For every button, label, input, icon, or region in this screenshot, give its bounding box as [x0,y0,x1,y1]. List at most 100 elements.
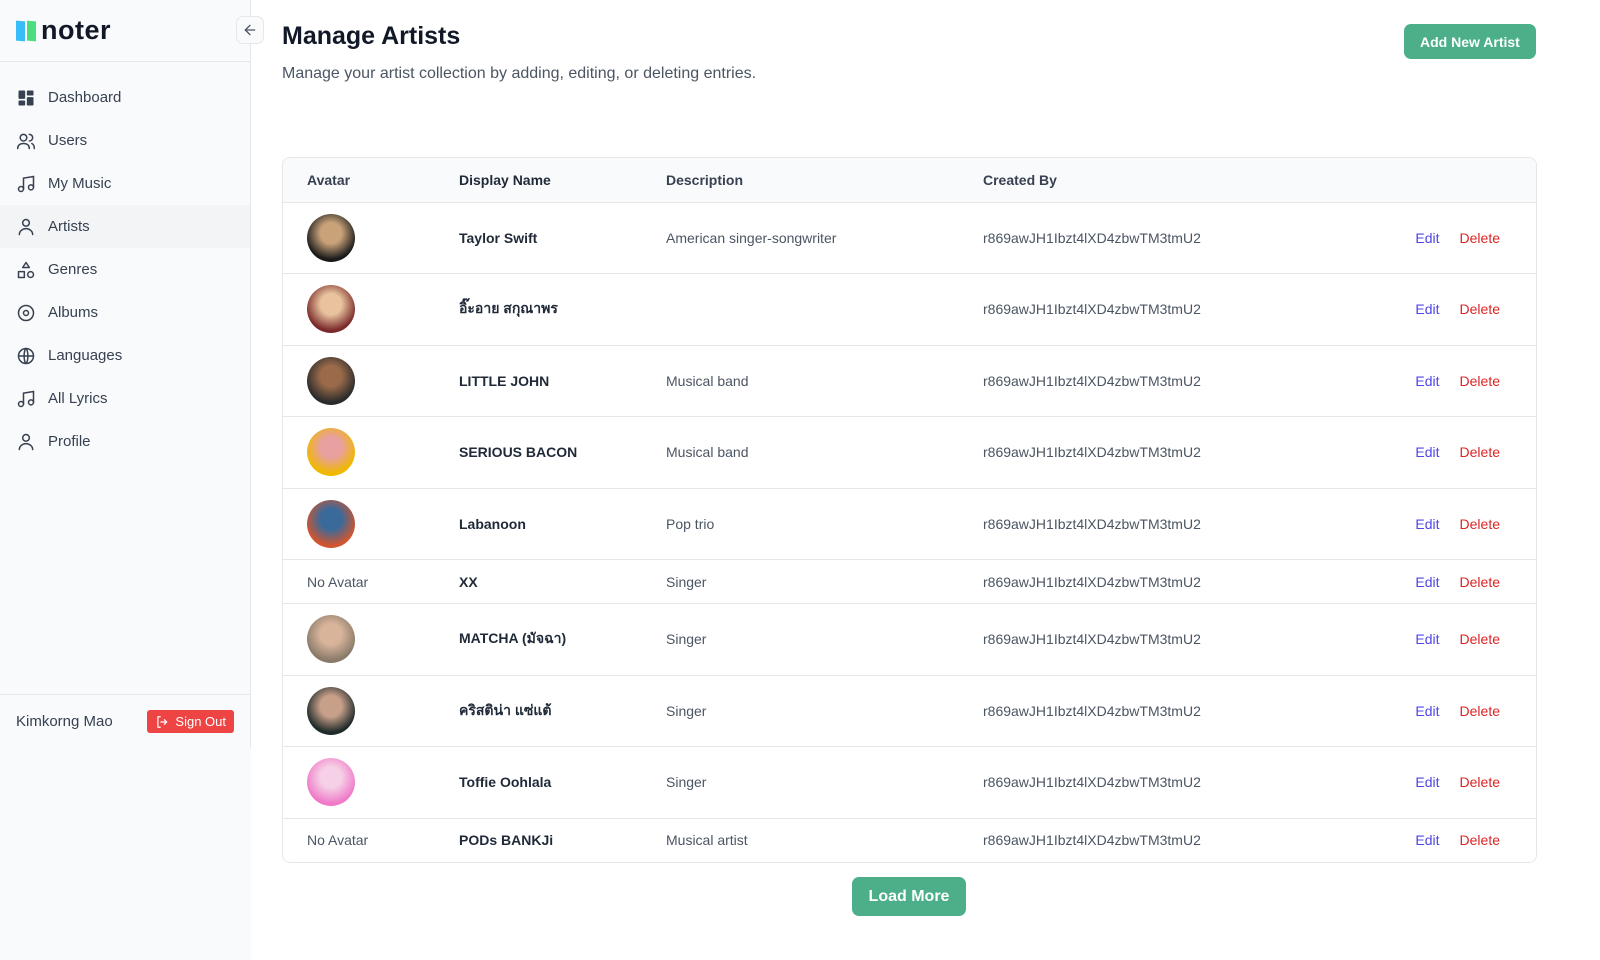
edit-button[interactable]: Edit [1415,631,1439,647]
description-cell: Musical band [666,416,983,489]
actions-cell: Edit Delete [1363,202,1536,274]
avatar [307,428,355,477]
table-header-row: Avatar Display Name Description Created … [283,158,1536,203]
shapes-icon [16,260,36,280]
table-row: คริสติน่า แซ่แต้ Singer r869awJH1Ibzt4lXD4… [283,675,1536,747]
column-header-actions [1363,158,1536,203]
description-cell: Singer [666,675,983,747]
delete-button[interactable]: Delete [1460,631,1500,647]
column-header-created-by: Created By [983,158,1363,203]
music-note-icon [16,389,36,409]
description-cell: Singer [666,559,983,604]
sidebar-item-dashboard[interactable]: Dashboard [0,76,250,119]
sidebar-item-artists[interactable]: Artists [0,205,250,248]
disc-icon [16,303,36,323]
actions-cell: Edit Delete [1363,345,1536,417]
user-icon [16,217,36,237]
delete-button[interactable]: Delete [1460,373,1500,389]
created-by-cell: r869awJH1Ibzt4lXD4zbwTM3tmU2 [983,488,1363,560]
delete-button[interactable]: Delete [1460,301,1500,317]
edit-button[interactable]: Edit [1415,703,1439,719]
delete-button[interactable]: Delete [1460,516,1500,532]
table-row: Toffie Oohlala Singer r869awJH1Ibzt4lXD4zb… [283,746,1536,819]
actions-cell: Edit Delete [1363,675,1536,747]
sign-out-button[interactable]: Sign Out [147,710,234,733]
edit-button[interactable]: Edit [1415,516,1439,532]
description-cell: Singer [666,746,983,819]
edit-button[interactable]: Edit [1415,230,1439,246]
edit-button[interactable]: Edit [1415,774,1439,790]
sidebar-item-my-music[interactable]: My Music [0,162,250,205]
delete-button[interactable]: Delete [1460,444,1500,460]
sidebar-item-label: My Music [48,175,112,192]
edit-button[interactable]: Edit [1415,574,1439,590]
sidebar-nav: Dashboard Users My Music Artists Genres Album… [0,76,250,463]
avatar [307,615,355,664]
avatar [307,758,355,807]
user-name: Kimkorng Mao [16,713,113,730]
created-by-cell: r869awJH1Ibzt4lXD4zbwTM3tmU2 [983,675,1363,747]
avatar-cell [283,488,459,560]
sidebar-item-users[interactable]: Users [0,119,250,162]
display-name-cell: Toffie Oohlala [459,746,666,819]
sidebar-item-languages[interactable]: Languages [0,334,250,377]
actions-cell: Edit Delete [1363,416,1536,489]
avatar-cell [283,746,459,819]
created-by-cell: r869awJH1Ibzt4lXD4zbwTM3tmU2 [983,202,1363,274]
sidebar-panel: noter Dashboard Users My Music Artists Genre… [0,0,264,748]
edit-button[interactable]: Edit [1415,301,1439,317]
actions-cell: Edit Delete [1363,746,1536,819]
add-new-artist-button[interactable]: Add New Artist [1404,24,1536,59]
sidebar-item-all-lyrics[interactable]: All Lyrics [0,377,250,420]
avatar-cell [283,202,459,274]
collapse-sidebar-button[interactable] [236,16,264,44]
delete-button[interactable]: Delete [1460,774,1500,790]
description-cell: American singer-songwriter [666,202,983,274]
page-title: Manage Artists [282,22,461,50]
actions-cell: Edit Delete [1363,273,1536,346]
created-by-cell: r869awJH1Ibzt4lXD4zbwTM3tmU2 [983,345,1363,417]
table-row: MATCHA (มัจฉา) Singer r869awJH1Ibzt4lXD4zb… [283,603,1536,676]
avatar [307,356,355,405]
delete-button[interactable]: Delete [1460,832,1500,848]
logout-icon [157,715,168,728]
music-note-icon [16,174,36,194]
table-row: Taylor Swift American singer-songwriter r8… [283,202,1536,274]
sidebar-item-albums[interactable]: Albums [0,291,250,334]
artists-table: Avatar Display Name Description Created … [283,158,1536,862]
table-row: อิ๊ะอาย สกุณาพร r869awJH1Ibzt4lXD4zbwTM3t… [283,273,1536,346]
display-name-cell: Labanoon [459,488,666,560]
actions-cell: Edit Delete [1363,818,1536,862]
description-cell [666,273,983,346]
logo-text: noter [41,15,111,45]
load-more-button[interactable]: Load More [852,877,966,916]
delete-button[interactable]: Delete [1460,230,1500,246]
created-by-cell: r869awJH1Ibzt4lXD4zbwTM3tmU2 [983,273,1363,346]
sidebar-item-label: Albums [48,304,99,321]
avatar [307,285,355,334]
page-subtitle: Manage your artist collection by adding,… [282,65,757,82]
edit-button[interactable]: Edit [1415,373,1439,389]
sidebar-item-label: Profile [48,433,91,450]
table-body: Taylor Swift American singer-songwriter r8… [283,202,1536,862]
edit-button[interactable]: Edit [1415,444,1439,460]
edit-button[interactable]: Edit [1415,832,1439,848]
arrow-left-icon [244,24,256,36]
sidebar-item-label: Dashboard [48,89,122,106]
avatar-cell [283,345,459,417]
sidebar-item-genres[interactable]: Genres [0,248,250,291]
avatar-cell: No Avatar [283,559,459,604]
created-by-cell: r869awJH1Ibzt4lXD4zbwTM3tmU2 [983,603,1363,676]
sidebar: noter Dashboard Users My Music Artists Genre… [0,0,264,960]
table-row: SERIOUS BACON Musical band r869awJH1Ibzt4l… [283,416,1536,489]
display-name-cell: อิ๊ะอาย สกุณาพร [459,273,666,346]
created-by-cell: r869awJH1Ibzt4lXD4zbwTM3tmU2 [983,832,1201,849]
created-by-cell: r869awJH1Ibzt4lXD4zbwTM3tmU2 [983,559,1363,604]
sidebar-item-profile[interactable]: Profile [0,420,250,463]
sign-out-label: Sign Out [175,714,226,729]
display-name-cell: SERIOUS BACON [459,416,666,489]
delete-button[interactable]: Delete [1460,703,1500,719]
delete-button[interactable]: Delete [1460,574,1500,590]
sidebar-item-label: Artists [48,218,90,235]
avatar [307,213,355,262]
